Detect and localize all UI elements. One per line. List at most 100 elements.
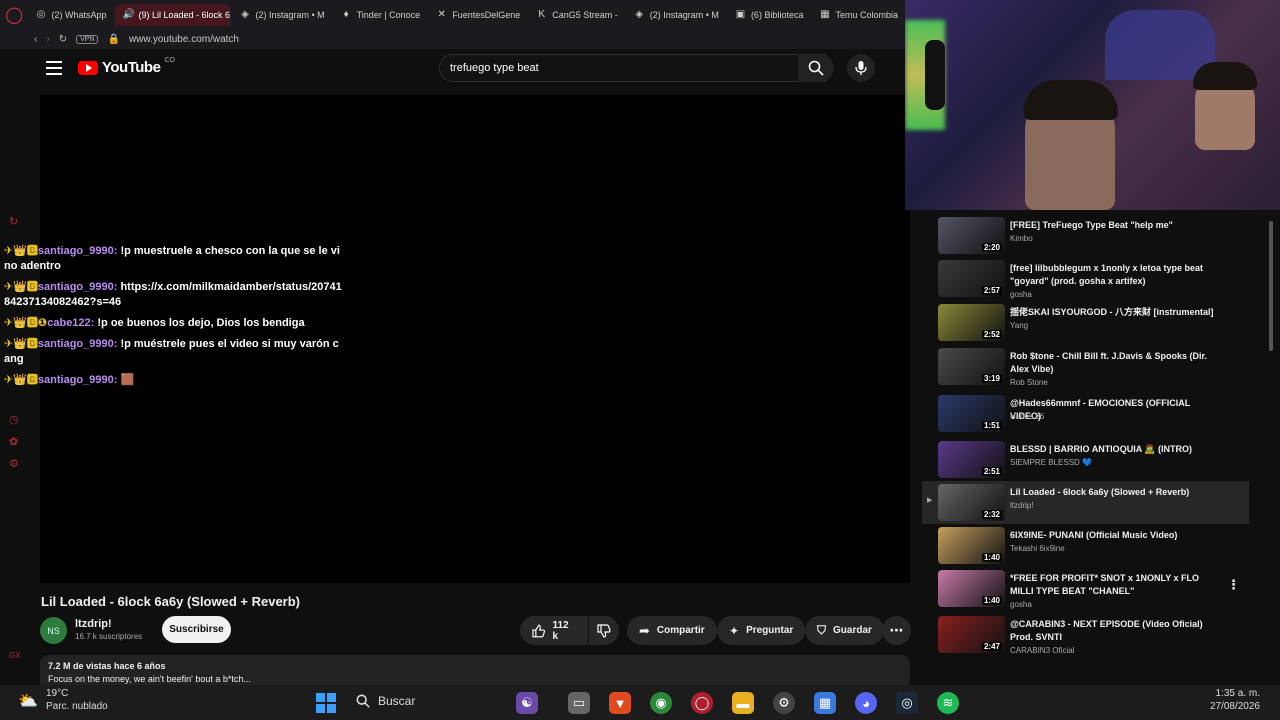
file-explorer-icon[interactable]: ▬: [732, 692, 754, 714]
taskbar-search-label: Buscar: [378, 694, 416, 708]
related-title[interactable]: Rob $tone - Chill Bill ft. J.Davis & Spo…: [1010, 350, 1220, 376]
browser-tab[interactable]: K CanG5 Stream -: [529, 4, 625, 26]
related-video-item[interactable]: 2:47 @CARABIN3 - NEXT EPISODE (Video Ofic…: [922, 613, 1249, 659]
browser-tab[interactable]: ◎ (2) WhatsApp: [28, 4, 113, 26]
related-title[interactable]: *FREE FOR PROFIT* SNOT x 1NONLY x FLO MI…: [1010, 572, 1220, 598]
tinder-icon: ♦: [343, 9, 349, 20]
task-view-icon[interactable]: ▭: [568, 692, 590, 714]
reload-icon[interactable]: ↻: [59, 34, 67, 45]
related-title[interactable]: @CARABIN3 - NEXT EPISODE (Video Oficial)…: [1010, 618, 1220, 644]
related-video-item[interactable]: 2:20 [FREE] TreFuego Type Beat "help me" K…: [922, 214, 1249, 257]
clock-icon[interactable]: ◷: [9, 413, 19, 426]
related-thumbnail[interactable]: 2:20: [938, 217, 1005, 254]
store-icon[interactable]: ▦: [814, 692, 836, 714]
related-channel[interactable]: Tekashi 6ix9ine: [1010, 544, 1065, 553]
dislike-button[interactable]: [589, 616, 619, 645]
opera-gx-icon[interactable]: ◯: [691, 692, 713, 714]
channel-avatar[interactable]: NS: [40, 617, 67, 644]
related-scrollbar[interactable]: [1269, 211, 1274, 666]
video-duration: 2:32: [981, 510, 1002, 519]
spotify-icon[interactable]: ≋: [937, 692, 959, 714]
browser-tab[interactable]: ▣ (6) Biblioteca: [728, 4, 811, 26]
menu-icon[interactable]: [46, 61, 62, 75]
related-video-item[interactable]: 1:40 6IX9INE- PUNANI (Official Music Vide…: [922, 524, 1249, 567]
settings-app-icon[interactable]: ⚙: [773, 692, 795, 714]
related-video-item[interactable]: 3:19 Rob $tone - Chill Bill ft. J.Davis &…: [922, 345, 1249, 392]
related-thumbnail[interactable]: 1:51: [938, 395, 1005, 432]
whatsapp-icon: ◎: [36, 9, 46, 20]
windows-start-icon[interactable]: [316, 693, 336, 713]
related-thumbnail[interactable]: 2:52: [938, 304, 1005, 341]
browser-tab[interactable]: ✕ FuentesDelGene: [429, 4, 527, 26]
related-channel[interactable]: SIEMPRE BLESSD 💙: [1010, 458, 1092, 467]
related-channel[interactable]: ltzdrip!: [1010, 501, 1034, 510]
like-count: 112 k: [552, 619, 569, 642]
related-channel[interactable]: Yang: [1010, 321, 1028, 330]
subscribe-button[interactable]: Suscribirse: [162, 616, 231, 643]
related-video-item[interactable]: 1:51 @Hades66mmnf - EMOCIONES (OFFICIAL V…: [922, 392, 1249, 438]
related-title[interactable]: Lil Loaded - 6lock 6a6y (Slowed + Reverb…: [1010, 486, 1220, 499]
microphone-icon: [855, 61, 867, 75]
related-channel[interactable]: gosha: [1010, 290, 1032, 299]
related-video-item[interactable]: 2:57 [free] lilbubblegum x 1nonly x letoa…: [922, 257, 1249, 301]
address-bar[interactable]: www.youtube.com/watch: [129, 34, 239, 45]
discord-icon[interactable]: ◕: [855, 692, 877, 714]
related-title[interactable]: BLESSD | BARRIO ANTIOQUIA 🧟 (INTRO): [1010, 443, 1220, 456]
browser-tab[interactable]: 🔊 (9) Lil Loaded - 6lock 6: [115, 3, 231, 26]
brave-icon[interactable]: ▼: [609, 692, 631, 714]
browser-tab[interactable]: ◈ (2) Instagram • M: [627, 4, 726, 26]
save-button[interactable]: ⛉ Guardar: [805, 616, 884, 645]
related-thumbnail[interactable]: 1:40: [938, 527, 1005, 564]
ask-button[interactable]: ✦ Preguntar: [717, 616, 806, 645]
more-options-icon[interactable]: ⋮: [1227, 577, 1240, 593]
weather-widget[interactable]: 19°C Parc. nublado: [46, 687, 108, 713]
related-thumbnail[interactable]: 2:47: [938, 616, 1005, 653]
related-title[interactable]: 6IX9INE- PUNANI (Official Music Video): [1010, 529, 1220, 542]
related-channel[interactable]: gosha: [1010, 600, 1032, 609]
related-thumbnail[interactable]: 1:40: [938, 570, 1005, 607]
youtube-logo[interactable]: YouTube CO: [78, 57, 175, 76]
voice-search-button[interactable]: [847, 54, 875, 82]
browser-tab[interactable]: ▦ Temu Colombia: [812, 4, 905, 26]
bulb-icon[interactable]: ✿: [9, 435, 18, 448]
vpn-badge[interactable]: VPN: [76, 34, 99, 44]
description-box[interactable]: 7.2 M de vistas hace 6 años Focus on the…: [40, 655, 910, 689]
browser-tab[interactable]: ♦ Tinder | Conoce: [334, 4, 428, 26]
chat-username: santiago_9990:: [37, 281, 118, 293]
share-button[interactable]: ➦ Compartir: [627, 616, 717, 645]
channel-name[interactable]: ltzdrip!: [75, 618, 112, 630]
steam-icon[interactable]: ◎: [896, 692, 918, 714]
related-thumbnail[interactable]: 2:32: [938, 484, 1005, 521]
back-icon[interactable]: ‹: [34, 34, 37, 45]
system-clock[interactable]: 1:35 a. m. 27/08/2026: [1185, 687, 1260, 713]
search-input[interactable]: trefuego type beat ✕: [439, 54, 826, 82]
taskbar-search[interactable]: Buscar: [356, 694, 415, 708]
related-thumbnail[interactable]: 3:19: [938, 348, 1005, 385]
search-button[interactable]: [798, 54, 834, 82]
forward-icon[interactable]: ›: [46, 34, 49, 45]
chrome-icon[interactable]: ◉: [650, 692, 672, 714]
settings-icon[interactable]: ⚙: [9, 457, 19, 470]
opera-icon[interactable]: ◯: [0, 0, 28, 29]
history-icon[interactable]: ↻: [9, 215, 18, 228]
like-button[interactable]: 112 k: [520, 616, 588, 645]
related-video-item[interactable]: 2:51 BLESSD | BARRIO ANTIOQUIA 🧟 (INTRO) S…: [922, 438, 1249, 481]
related-thumbnail[interactable]: 2:57: [938, 260, 1005, 297]
related-thumbnail[interactable]: 2:51: [938, 441, 1005, 478]
related-channel[interactable]: Kimbo: [1010, 234, 1033, 243]
related-channel[interactable]: CARABIN3 Oficial: [1010, 646, 1074, 655]
related-channel[interactable]: Rob Stone: [1010, 378, 1048, 387]
more-icon[interactable]: GX: [9, 651, 21, 660]
related-video-item[interactable]: 2:52 揺佬SKAI ISYOURGOD - 八方来财 [instrumenta…: [922, 301, 1249, 345]
related-channel[interactable]: Hades 66: [1010, 412, 1044, 421]
related-title[interactable]: [FREE] TreFuego Type Beat "help me": [1010, 219, 1220, 232]
related-title[interactable]: [free] lilbubblegum x 1nonly x letoa typ…: [1010, 262, 1220, 288]
subscriber-count: 16.7 k suscriptores: [75, 632, 143, 641]
related-video-item[interactable]: ▶ 2:32 Lil Loaded - 6lock 6a6y (Slowed + R…: [922, 481, 1249, 524]
related-video-item[interactable]: 1:40 *FREE FOR PROFIT* SNOT x 1NONLY x FL…: [922, 567, 1249, 613]
browser-tab[interactable]: ◈ (2) Instagram • M: [232, 4, 331, 26]
app-icon[interactable]: ☯: [516, 692, 538, 714]
more-actions-button[interactable]: ⋯: [882, 616, 911, 645]
scrollbar-thumb[interactable]: [1269, 221, 1273, 351]
related-title[interactable]: 揺佬SKAI ISYOURGOD - 八方来财 [instrumental]: [1010, 306, 1220, 319]
